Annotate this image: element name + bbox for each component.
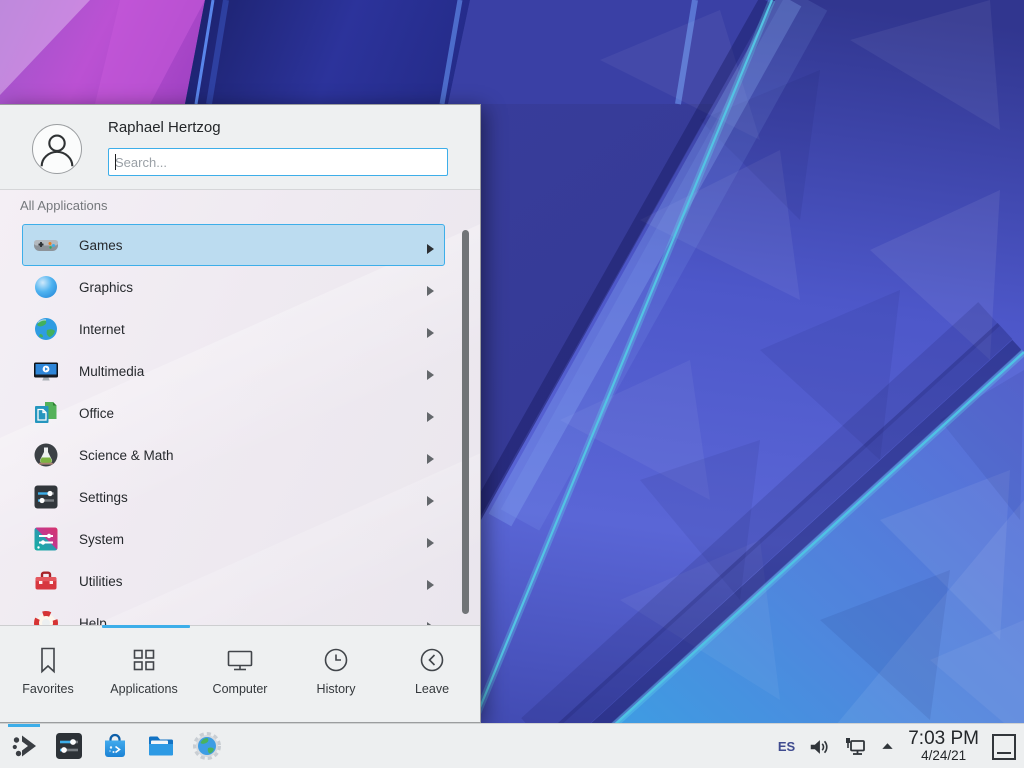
category-row-science-math[interactable]: Science & Math xyxy=(22,434,445,476)
submenu-arrow-icon xyxy=(427,577,434,587)
tab-leave[interactable]: Leave xyxy=(384,629,480,723)
digital-clock[interactable]: 7:03 PM 4/24/21 xyxy=(908,729,979,763)
submenu-arrow-icon xyxy=(427,535,434,545)
category-label: Science & Math xyxy=(79,448,174,463)
submenu-arrow-icon xyxy=(427,241,434,251)
tab-label: Favorites xyxy=(22,682,73,696)
tab-computer[interactable]: Computer xyxy=(192,629,288,723)
category-list: Games Graphics xyxy=(0,224,480,625)
keyboard-layout-indicator[interactable]: ES xyxy=(778,739,795,754)
science-math-icon xyxy=(33,442,59,468)
clock-date: 4/24/21 xyxy=(921,749,966,763)
bookmark-icon xyxy=(33,645,63,675)
user-name: Raphael Hertzog xyxy=(108,119,221,136)
utilities-icon xyxy=(33,568,59,594)
clock-icon xyxy=(321,645,351,675)
category-row-help[interactable]: Help xyxy=(22,602,445,625)
tab-applications[interactable]: Applications xyxy=(96,629,192,723)
volume-button[interactable] xyxy=(808,736,830,758)
text-caret xyxy=(115,154,116,170)
tab-history[interactable]: History xyxy=(288,629,384,723)
system-settings-icon xyxy=(54,731,84,761)
category-label: System xyxy=(79,532,124,547)
chevron-up-icon xyxy=(880,739,895,754)
section-label: All Applications xyxy=(20,198,107,213)
category-row-utilities[interactable]: Utilities xyxy=(22,560,445,602)
submenu-arrow-icon xyxy=(427,283,434,293)
taskbar: ES xyxy=(0,723,1024,768)
category-label: Games xyxy=(79,238,123,253)
expand-tray-button[interactable] xyxy=(880,739,895,754)
category-label: Settings xyxy=(79,490,128,505)
search-field-wrap xyxy=(108,148,448,176)
submenu-arrow-icon xyxy=(427,367,434,377)
monitor-icon xyxy=(225,645,255,675)
category-row-settings[interactable]: Settings xyxy=(22,476,445,518)
submenu-arrow-icon xyxy=(427,325,434,335)
multimedia-icon xyxy=(33,358,59,384)
system-tray: ES xyxy=(778,724,1024,768)
discover-icon xyxy=(100,731,130,761)
tab-label: Computer xyxy=(213,682,268,696)
category-row-system[interactable]: System xyxy=(22,518,445,560)
category-row-games[interactable]: Games xyxy=(22,224,445,266)
category-label: Internet xyxy=(79,322,125,337)
scrollbar-thumb[interactable] xyxy=(462,230,469,614)
category-label: Office xyxy=(79,406,114,421)
office-icon xyxy=(33,400,59,426)
application-launcher-menu: Raphael Hertzog All Applications xyxy=(0,104,481,723)
submenu-arrow-icon xyxy=(427,493,434,503)
games-icon xyxy=(33,232,59,258)
category-label: Graphics xyxy=(79,280,133,295)
active-tab-indicator xyxy=(102,625,190,628)
tab-label: Applications xyxy=(110,682,177,696)
category-label: Multimedia xyxy=(79,364,144,379)
category-row-office[interactable]: Office xyxy=(22,392,445,434)
category-row-internet[interactable]: Internet xyxy=(22,308,445,350)
leave-icon xyxy=(417,645,447,675)
globe-gear-icon xyxy=(192,731,222,761)
desktop: Raphael Hertzog All Applications xyxy=(0,0,1024,768)
network-icon xyxy=(843,735,867,759)
app-launcher-button[interactable] xyxy=(9,731,39,761)
category-label: Utilities xyxy=(79,574,123,589)
show-desktop-icon xyxy=(997,752,1011,754)
clock-time: 7:03 PM xyxy=(908,729,979,749)
grid-icon xyxy=(129,645,159,675)
category-list-area: All Applications Ga xyxy=(0,189,480,625)
web-browser-button[interactable] xyxy=(192,731,222,761)
tabbar-divider xyxy=(0,625,480,626)
submenu-arrow-icon xyxy=(427,409,434,419)
submenu-arrow-icon xyxy=(427,451,434,461)
system-settings-button[interactable] xyxy=(54,731,84,761)
tab-label: Leave xyxy=(415,682,449,696)
category-label: Help xyxy=(79,616,107,626)
system-icon xyxy=(33,526,59,552)
settings-icon xyxy=(33,484,59,510)
graphics-icon xyxy=(33,274,59,300)
tab-label: History xyxy=(317,682,356,696)
search-input[interactable] xyxy=(108,148,448,176)
menu-header: Raphael Hertzog xyxy=(0,105,480,189)
internet-icon xyxy=(33,316,59,342)
file-manager-button[interactable] xyxy=(146,731,176,761)
help-icon xyxy=(33,610,59,625)
tab-favorites[interactable]: Favorites xyxy=(0,629,96,723)
network-button[interactable] xyxy=(843,735,867,759)
folder-icon xyxy=(146,731,176,761)
category-row-multimedia[interactable]: Multimedia xyxy=(22,350,445,392)
show-desktop-button[interactable] xyxy=(992,734,1016,760)
category-row-graphics[interactable]: Graphics xyxy=(22,266,445,308)
kde-launcher-icon xyxy=(9,731,39,761)
user-icon xyxy=(33,125,81,173)
discover-button[interactable] xyxy=(100,731,130,761)
kicker-tab-bar: Favorites Applications Computer xyxy=(0,629,480,723)
volume-icon xyxy=(808,736,830,758)
avatar xyxy=(32,124,82,174)
active-task-indicator xyxy=(8,724,40,727)
